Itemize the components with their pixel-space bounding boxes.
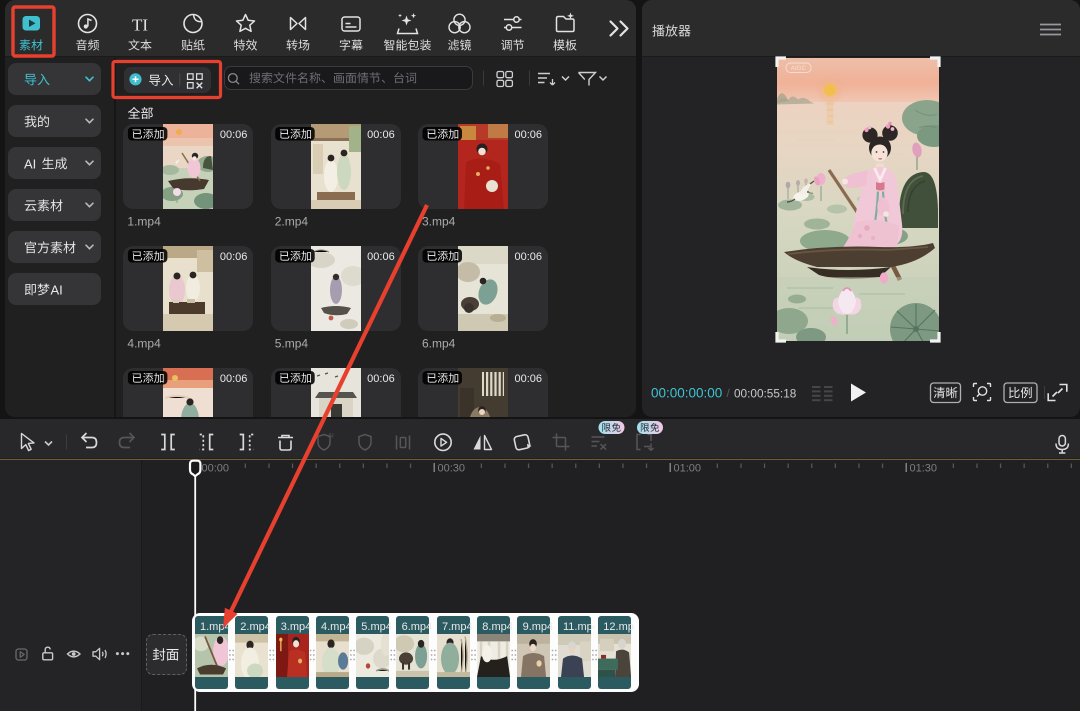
svg-text:8.mp4: 8.mp4	[482, 621, 513, 633]
svg-text:9.mp4: 9.mp4	[523, 621, 554, 633]
svg-text:00:00:55:18: 00:00:55:18	[734, 387, 797, 401]
svg-text:/: /	[727, 386, 731, 400]
svg-text:2.mp4: 2.mp4	[240, 621, 271, 633]
svg-text:00:06: 00:06	[514, 373, 542, 385]
svg-text:00:06: 00:06	[367, 373, 395, 385]
svg-text:3.mp4: 3.mp4	[281, 621, 312, 633]
svg-text:6.mp4: 6.mp4	[422, 337, 456, 351]
svg-text:00:06: 00:06	[220, 129, 248, 141]
svg-text:4.mp4: 4.mp4	[321, 621, 352, 633]
svg-text:00:06: 00:06	[367, 251, 395, 263]
svg-text:AI: AI	[24, 156, 36, 171]
svg-text:3.mp4: 3.mp4	[422, 215, 456, 229]
svg-text:5.mp4: 5.mp4	[275, 337, 309, 351]
svg-text:5.mp4: 5.mp4	[361, 621, 392, 633]
svg-text:1.mp4: 1.mp4	[127, 215, 161, 229]
svg-text:4.mp4: 4.mp4	[127, 337, 161, 351]
svg-text:00:00: 00:00	[202, 463, 230, 475]
svg-text:6.mp4: 6.mp4	[402, 621, 433, 633]
svg-text:01:30: 01:30	[910, 463, 938, 475]
svg-text:00:06: 00:06	[514, 251, 542, 263]
svg-text:11.mp4: 11.mp4	[563, 621, 599, 633]
svg-text:00:06: 00:06	[220, 251, 248, 263]
svg-text:2.mp4: 2.mp4	[275, 215, 309, 229]
svg-text:00:06: 00:06	[514, 129, 542, 141]
svg-text:00:30: 00:30	[438, 463, 466, 475]
svg-text:00:00:00:00: 00:00:00:00	[651, 386, 722, 401]
svg-text:01:00: 01:00	[674, 463, 702, 475]
svg-text:12.mp4: 12.mp4	[603, 621, 640, 633]
svg-text:00:06: 00:06	[367, 129, 395, 141]
svg-text:AI: AI	[51, 282, 63, 297]
svg-text:7.mp4: 7.mp4	[442, 621, 473, 633]
svg-text:00:06: 00:06	[220, 373, 248, 385]
